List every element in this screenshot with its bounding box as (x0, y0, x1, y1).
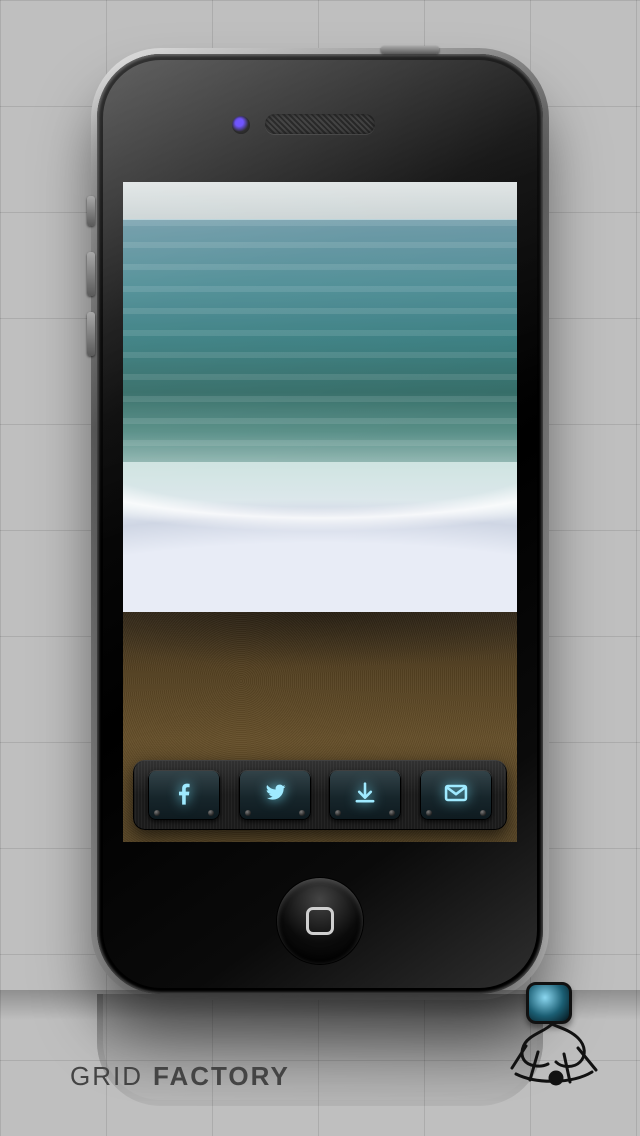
home-button[interactable] (277, 878, 363, 964)
earpiece (265, 114, 375, 134)
beach-photo (123, 182, 517, 842)
brand-word-2: FACTORY (153, 1061, 290, 1092)
twitter-share-button[interactable] (239, 770, 311, 820)
home-glyph (306, 907, 334, 935)
power-button (381, 46, 439, 54)
volume-up-button (87, 252, 95, 296)
share-toolbar (133, 760, 507, 830)
download-icon (351, 779, 379, 812)
facebook-icon (170, 779, 198, 812)
floor-shadow (0, 990, 640, 1020)
mute-switch (87, 196, 95, 226)
twitter-icon (261, 779, 289, 812)
front-camera (232, 116, 250, 134)
phone-mockup (97, 54, 543, 994)
brand-word-1: GRID (70, 1061, 143, 1092)
app-screen (123, 182, 517, 842)
facebook-share-button[interactable] (148, 770, 220, 820)
download-button[interactable] (329, 770, 401, 820)
brand-wordmark: GRID FACTORY (70, 1061, 290, 1092)
mail-icon (442, 779, 470, 812)
email-share-button[interactable] (420, 770, 492, 820)
volume-down-button (87, 312, 95, 356)
